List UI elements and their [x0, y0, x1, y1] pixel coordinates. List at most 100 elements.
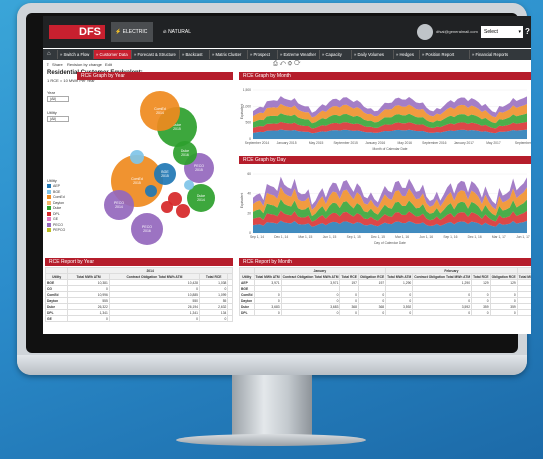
bubble[interactable] — [184, 180, 194, 190]
legend-label: PEPCO — [53, 228, 66, 232]
select-value: Select — [484, 29, 498, 35]
x-axis-label: Month of Calendar Date — [372, 147, 407, 151]
y-tick-label: 60 — [247, 172, 251, 176]
nav-item-switch-flow[interactable]: » Switch a Flow — [57, 50, 93, 59]
help-icon[interactable]: ? — [525, 27, 531, 37]
legend-item[interactable]: AEP — [47, 184, 60, 189]
legend-item[interactable]: BGE — [47, 190, 60, 195]
table-cell: 0 — [253, 309, 282, 316]
bubble[interactable] — [161, 201, 173, 213]
table-row[interactable]: DPL00000000000 — [239, 309, 531, 316]
legend-label: Dayton — [53, 200, 65, 205]
x-tick-label: September 2016 — [422, 141, 447, 145]
select-dropdown[interactable]: Select ▾ — [481, 26, 523, 38]
table-row[interactable]: GE 0 0 0 — [45, 315, 233, 322]
bubble-chart: ComEd2015Duke2015PECO2015ComEd2014BGE201… — [104, 91, 215, 245]
tab-electric-label: ELECTRIC — [122, 29, 148, 35]
nav-item-daily-volumes[interactable]: » Daily Volumes — [351, 50, 393, 59]
legend-item[interactable]: DPL — [47, 212, 60, 217]
table-cell: GE — [45, 315, 69, 322]
x-tick-label: September 2015 — [333, 141, 358, 145]
monitor-stand-neck — [232, 375, 312, 437]
legend-item[interactable]: ComEd — [47, 195, 65, 200]
monitor-stand-base — [176, 434, 366, 446]
x-tick-label: May 2017 — [486, 141, 501, 145]
table-cell: 0 — [471, 309, 491, 316]
screen: DFS ⚡ ELECTRIC 🔥︎ NATURAL GAS dfsai@gene… — [43, 16, 531, 334]
bubble-label: 2015 — [133, 181, 141, 185]
bubble-label: 2016 — [143, 229, 151, 233]
share-icon[interactable]: ⇪ — [46, 60, 49, 69]
utility-filter[interactable]: (All) — [47, 116, 69, 122]
nav-item-backcast[interactable]: » Backcast — [179, 50, 209, 59]
rce-day-panel-title: RCE Graph by Day — [239, 156, 531, 164]
rce-month-chart: 05001,0001,500EquivalentSeptember 2014 Ja… — [240, 88, 531, 151]
bubble-label: 2015 — [173, 127, 181, 131]
y-tick-label: 1,500 — [243, 88, 251, 92]
bubble-label: 2015 — [195, 168, 203, 172]
x-tick-label: Jun 1, 16 — [419, 235, 433, 239]
tab-electric[interactable]: ⚡ ELECTRIC — [111, 22, 153, 42]
x-tick-label: Jun 1, 17 — [516, 235, 530, 239]
legend-item[interactable]: GE — [47, 217, 58, 222]
table-cell: 0 — [280, 309, 341, 316]
legend-item[interactable]: Dayton — [47, 201, 64, 206]
x-axis-label: Day of Calendar Date — [374, 241, 406, 245]
bubble[interactable] — [130, 150, 144, 164]
edit-link[interactable]: Edit — [105, 60, 112, 69]
table-cell: 0 — [198, 315, 229, 322]
legend-swatch — [47, 206, 51, 211]
toolbar-icons[interactable]: ⎙ ↶ ⚙ ⟳ — [273, 60, 301, 69]
flame-icon: 🔥︎ — [163, 29, 167, 35]
x-tick-label: January 2015 — [277, 141, 297, 145]
table-cell: DPL — [239, 309, 255, 316]
nav-item-position-report[interactable]: » Position Report — [419, 50, 469, 59]
year-filter-value: (All) — [50, 97, 57, 101]
nav-item-extreme-weather[interactable]: » Extreme Weather — [277, 50, 319, 59]
legend-item[interactable]: PEPCO — [47, 228, 65, 233]
legend-label: DPL — [53, 211, 60, 216]
legend-label: PECO — [53, 222, 63, 227]
user-email: dfsai@generalmail.com — [436, 29, 478, 34]
chevron-down-icon: ▾ — [518, 29, 521, 35]
nav-item-matrix-cluster[interactable]: » Matrix Cluster — [209, 50, 247, 59]
bubble[interactable] — [145, 185, 157, 197]
legend-item[interactable]: PECO — [47, 223, 63, 228]
table-cell: 0 — [357, 309, 387, 316]
rce-day-chart: 0204060EquivalentSep 1, 14 Dec 1, 14 Mar 1… — [240, 172, 530, 245]
y-tick-label: 20 — [247, 211, 251, 215]
nav-item-customer-data[interactable]: » Customer Data — [93, 50, 131, 59]
bubble-label: 2015 — [161, 174, 169, 178]
legend-swatch — [47, 222, 51, 227]
utility-filter-value: (All) — [50, 117, 57, 121]
nav-item-forecast[interactable]: » Forecast & Structure — [131, 50, 179, 59]
toolbar: ⇪ Share Revision by change Edit ⎙ ↶ ⚙ ⟳ — [43, 60, 531, 69]
nav-item-prospect[interactable]: » Prospect — [247, 50, 277, 59]
bubble[interactable] — [176, 204, 190, 218]
x-tick-label: Dec 1, 15 — [371, 235, 385, 239]
bubble-label: 2014 — [156, 111, 164, 115]
nav-item-financial-reports[interactable]: » Financial Reports — [469, 50, 525, 59]
x-tick-label: May 2016 — [398, 141, 413, 145]
revision-link[interactable]: Revision by change — [67, 60, 102, 69]
report-month-table-wrap: JanuaryFebruaryMarchUtilityTotal MWh ATM… — [239, 267, 531, 333]
share-link[interactable]: Share — [52, 60, 63, 69]
legend-label: GE — [53, 217, 59, 221]
table-cell — [227, 315, 233, 322]
year-filter-label: Year — [47, 90, 56, 95]
tab-natural-gas[interactable]: 🔥︎ NATURAL GAS — [159, 22, 203, 55]
legend-swatch — [47, 228, 51, 233]
nav-item-hedges[interactable]: » Hedges — [393, 50, 419, 59]
logo[interactable]: DFS — [49, 25, 105, 39]
home-icon[interactable]: ⌂ — [47, 50, 55, 59]
nav-item-capacity[interactable]: » Capacity — [319, 50, 351, 59]
report-year-panel-title: RCE Report by Year — [45, 258, 233, 266]
rce-month-panel-title: RCE Graph by Month — [239, 72, 531, 80]
legend-swatch — [47, 211, 51, 216]
main-nav: ⌂ » Switch a Flow » Customer Data » Fore… — [43, 49, 531, 60]
utility-legend-title: Utility — [47, 178, 57, 183]
year-filter[interactable]: (All) — [47, 96, 69, 102]
avatar[interactable] — [417, 24, 433, 40]
table-cell: 0 — [385, 309, 414, 316]
legend-item[interactable]: Duke — [47, 206, 61, 211]
